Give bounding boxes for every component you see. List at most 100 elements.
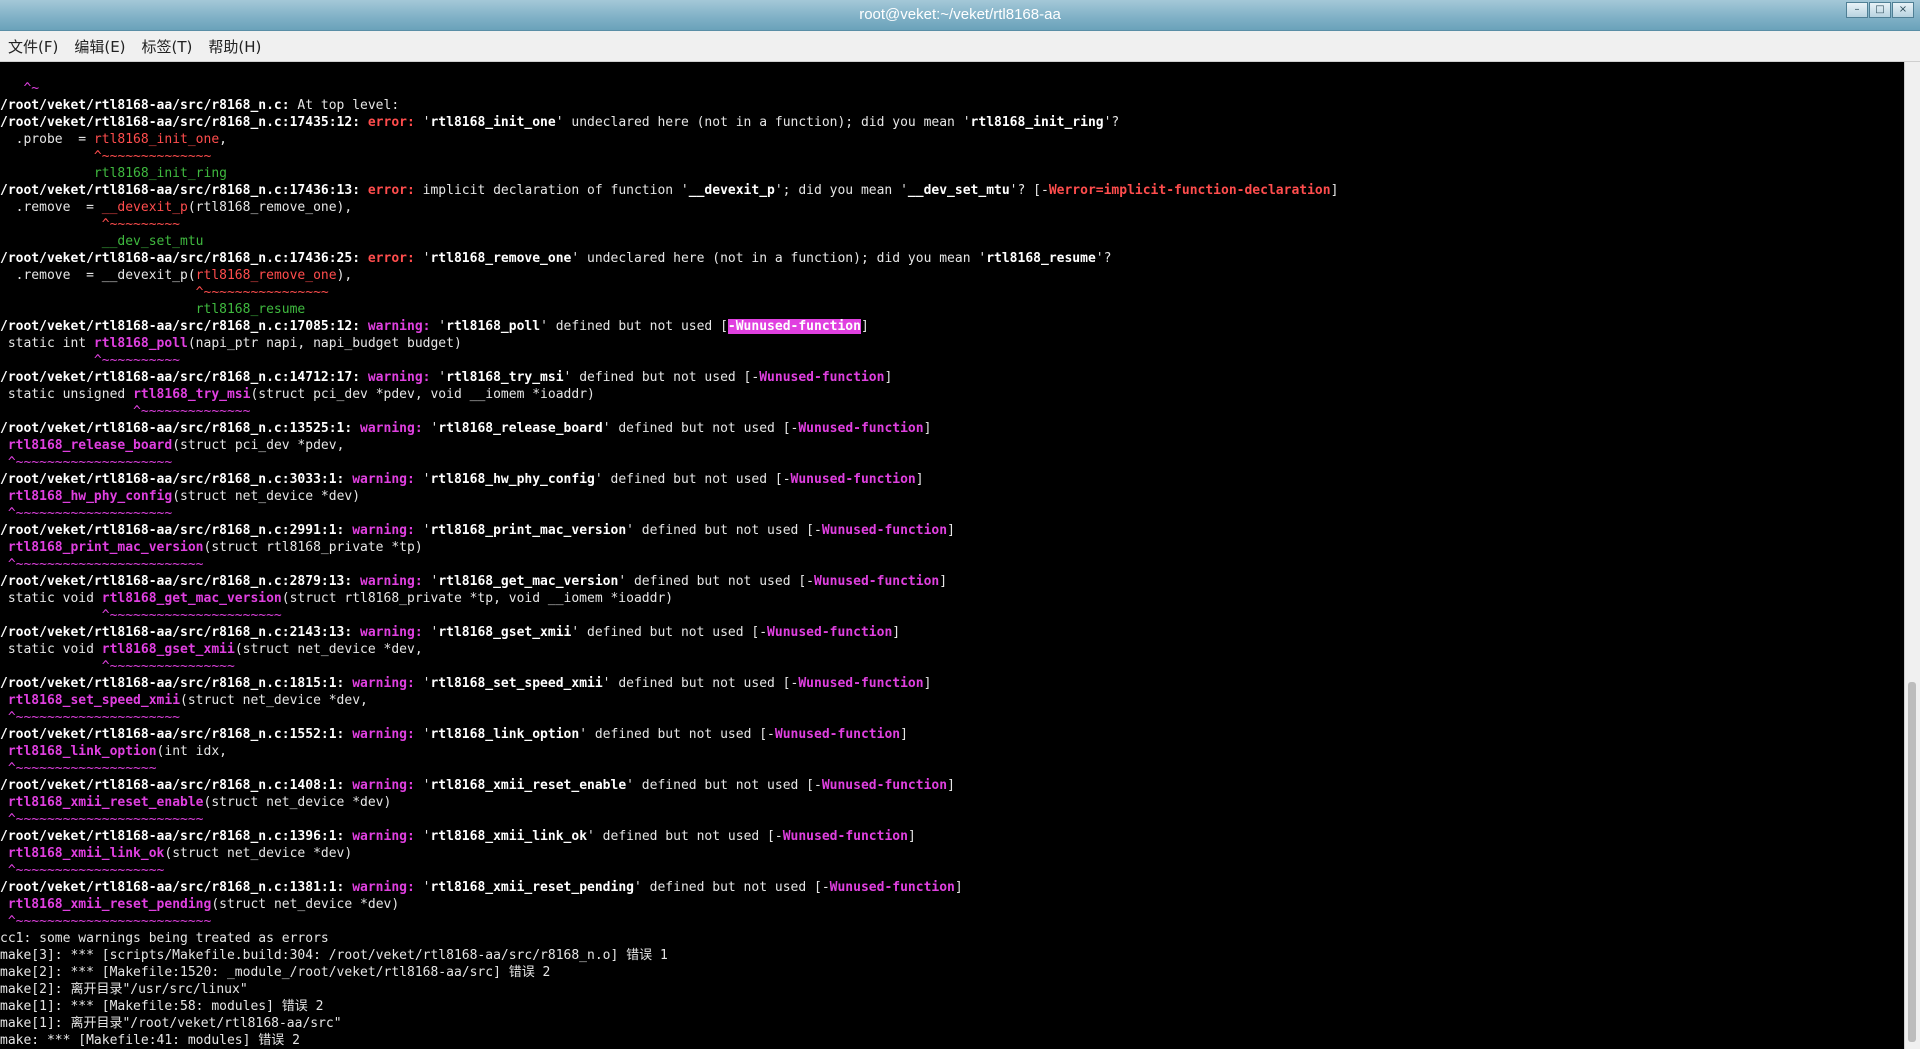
terminal-text: rtl8168_link_option [430, 727, 580, 742]
terminal-line: make[1]: *** [Makefile:58: modules] 错误 2 [0, 998, 1905, 1015]
terminal-line: static void rtl8168_get_mac_version(stru… [0, 590, 1905, 607]
terminal-text: ' undeclared here (not in a function); d… [555, 115, 971, 130]
terminal-output[interactable]: ^~/root/veket/rtl8168-aa/src/r8168_n.c: … [0, 62, 1905, 1049]
terminal-line: .remove = __devexit_p(rtl8168_remove_one… [0, 267, 1905, 284]
terminal-text: rtl8168_init_ring [0, 166, 227, 181]
terminal-line: /root/veket/rtl8168-aa/src/r8168_n.c:138… [0, 879, 1905, 896]
terminal-text: ] [884, 370, 893, 385]
terminal-text: /root/veket/rtl8168-aa/src/r8168_n.c:155… [0, 727, 345, 742]
terminal-text: (struct pci_dev *pdev, [172, 438, 345, 453]
terminal-text: make[1]: 离开目录"/root/veket/rtl8168-aa/src… [0, 1016, 342, 1031]
terminal-text: rtl8168_xmii_reset_enable [430, 778, 627, 793]
terminal-line: static void rtl8168_gset_xmii(struct net… [0, 641, 1905, 658]
terminal-text: make: *** [Makefile:41: modules] 错误 2 [0, 1033, 300, 1048]
terminal-text: rtl8168_release_board [438, 421, 603, 436]
terminal-text: rtl8168_remove_one [195, 268, 337, 283]
terminal-text: ] [939, 574, 948, 589]
terminal-line: /root/veket/rtl8168-aa/src/r8168_n.c:155… [0, 726, 1905, 743]
terminal-text: warning: [352, 625, 423, 640]
terminal-text: '? [1103, 115, 1120, 130]
terminal-text: /root/veket/rtl8168-aa/src/r8168_n.c: [0, 98, 290, 113]
terminal-text: (napi_ptr napi, napi_budget budget) [187, 336, 462, 351]
terminal-text: (struct net_device *dev, [180, 693, 368, 708]
title-bar[interactable]: root@veket:~/veket/rtl8168-aa – □ × [0, 0, 1920, 31]
terminal-text: ^~~~~~~~~~~~~~~~~~~~~~ [0, 710, 181, 725]
terminal-text: warning: [344, 523, 415, 538]
terminal-text: rtl8168_init_ring [970, 115, 1104, 130]
terminal-text: rtl8168_print_mac_version [7, 540, 204, 555]
terminal-text: /root/veket/rtl8168-aa/src/r8168_n.c:174… [0, 115, 361, 130]
terminal-text: rtl8168_try_msi [446, 370, 564, 385]
terminal-text: (rtl8168_remove_one), [187, 200, 353, 215]
terminal-text: (struct net_device *dev) [211, 897, 400, 912]
terminal-text: /root/veket/rtl8168-aa/src/r8168_n.c:174… [0, 183, 361, 198]
close-button[interactable]: × [1892, 2, 1914, 18]
terminal-text: ' [414, 778, 431, 793]
menu-tabs[interactable]: 标签(T) [134, 36, 201, 57]
terminal-text: ] [915, 472, 924, 487]
minimize-button[interactable]: – [1846, 2, 1868, 18]
terminal-text: ^~~~~~~~~~~~~~~~~ [0, 659, 235, 674]
terminal-text: Wunused-function [774, 727, 901, 742]
terminal-text: ^~~~~~~~~~~~~~~ [0, 149, 212, 164]
terminal-text: static int [0, 336, 94, 351]
terminal-text: ' [414, 115, 431, 130]
terminal-line: rtl8168_link_option(int idx, [0, 743, 1905, 760]
maximize-button[interactable]: □ [1869, 2, 1891, 18]
terminal-text: ^~~~~~~~~~~~~~~~~~~~~ [0, 506, 173, 521]
menu-file[interactable]: 文件(F) [0, 36, 66, 57]
terminal-text: ^~~~~~~~~~~ [0, 353, 181, 368]
terminal-line: ^~ [0, 80, 1905, 97]
terminal-text: rtl8168_set_speed_xmii [430, 676, 603, 691]
terminal-text: static unsigned [0, 387, 134, 402]
terminal-text: make[3]: *** [scripts/Makefile.build:304… [0, 948, 668, 963]
terminal-line: ^~~~~~~~~~~~~~~~~~~~~~~~~ [0, 811, 1905, 828]
terminal-text: Wunused-function [782, 829, 908, 844]
terminal-line: .remove = __devexit_p(rtl8168_remove_one… [0, 199, 1905, 216]
terminal-text: rtl8168_gset_xmii [101, 642, 235, 657]
terminal-text: /root/veket/rtl8168-aa/src/r8168_n.c:214… [0, 625, 353, 640]
terminal-text: .remove = [0, 200, 102, 215]
terminal-line: ^~~~~~~~~~~~~~~~~~~~~~~~~~ [0, 913, 1905, 930]
terminal-text: ' [414, 880, 431, 895]
terminal-text: /root/veket/rtl8168-aa/src/r8168_n.c:135… [0, 421, 353, 436]
terminal-text: (struct rtl8168_private *tp) [203, 540, 423, 555]
terminal-line: /root/veket/rtl8168-aa/src/r8168_n.c: At… [0, 97, 1905, 114]
terminal-text: ' defined but not used [ [540, 319, 728, 334]
terminal-text: ] [954, 880, 963, 895]
terminal-line: rtl8168_init_ring [0, 165, 1905, 182]
terminal-text: /root/veket/rtl8168-aa/src/r8168_n.c:139… [0, 829, 345, 844]
terminal-text: ] [947, 778, 955, 793]
terminal-text: rtl8168_remove_one [430, 251, 572, 266]
terminal-line: /root/veket/rtl8168-aa/src/r8168_n.c:174… [0, 250, 1905, 267]
terminal-line: /root/veket/rtl8168-aa/src/r8168_n.c:181… [0, 675, 1905, 692]
scrollbar-thumb[interactable] [1908, 682, 1916, 1042]
menu-help[interactable]: 帮助(H) [200, 36, 269, 57]
terminal-line: rtl8168_xmii_reset_pending(struct net_de… [0, 896, 1905, 913]
window-controls: – □ × [1846, 2, 1914, 18]
terminal-text: ' [414, 472, 431, 487]
terminal-text: error: [360, 251, 415, 266]
terminal-text: Wunused-function [814, 574, 940, 589]
terminal-text: (struct net_device *dev) [172, 489, 361, 504]
terminal-text: rtl8168_poll [446, 319, 541, 334]
terminal-line: ^~~~~~~~~~ [0, 216, 1905, 233]
terminal-text: make[2]: 离开目录"/usr/src/linux" [0, 982, 248, 997]
terminal-text: __dev_set_mtu [0, 234, 204, 249]
terminal-text: rtl8168_get_mac_version [101, 591, 282, 606]
terminal-scrollbar[interactable] [1904, 62, 1920, 1049]
terminal-line: ^~~~~~~~~~~~~~~~~~~~~~ [0, 709, 1905, 726]
terminal-line: /root/veket/rtl8168-aa/src/r8168_n.c:140… [0, 777, 1905, 794]
menu-edit[interactable]: 编辑(E) [66, 36, 133, 57]
terminal-text: rtl8168_try_msi [133, 387, 251, 402]
terminal-line: make: *** [Makefile:41: modules] 错误 2 [0, 1032, 1905, 1049]
terminal-text: ^~~~~~~~~~~~~~~~~~~~ [0, 863, 165, 878]
terminal-text: Werror=implicit-function-declaration [1048, 183, 1331, 198]
terminal-text: '; did you mean ' [774, 183, 908, 198]
terminal-text: rtl8168_gset_xmii [438, 625, 572, 640]
terminal-text: ^~ [0, 81, 40, 96]
